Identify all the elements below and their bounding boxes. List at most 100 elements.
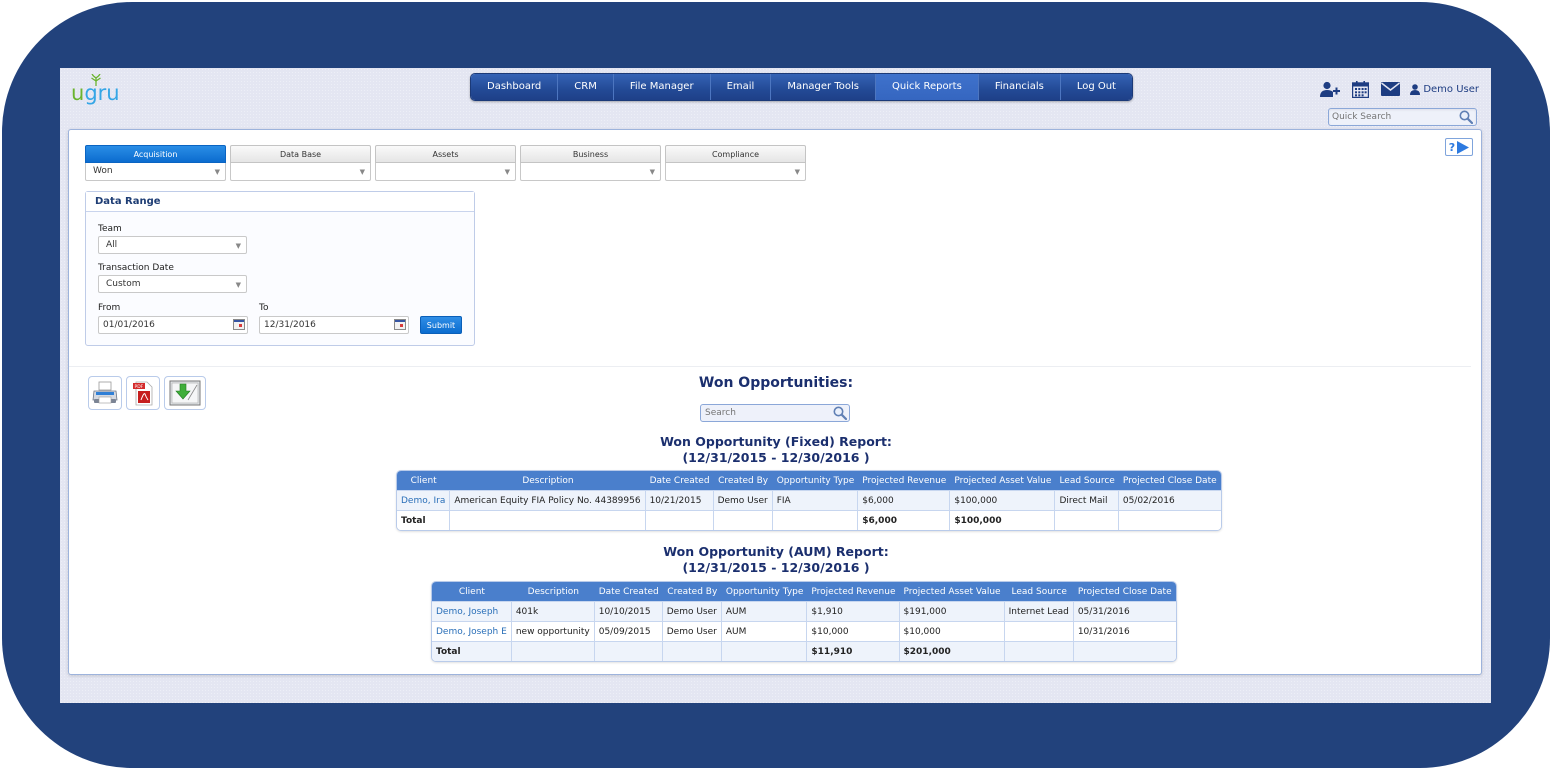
client-link[interactable]: Demo, Joseph (432, 601, 512, 621)
nav-dashboard[interactable]: Dashboard (471, 74, 559, 100)
tab-assets[interactable]: Assets (375, 145, 516, 163)
transaction-date-value: Custom (106, 279, 141, 289)
column-header[interactable]: Lead Source (1004, 582, 1074, 601)
column-header[interactable]: Opportunity Type (721, 582, 808, 601)
table-cell: $100,000 (950, 490, 1056, 510)
submit-button[interactable]: Submit (420, 316, 462, 334)
transaction-date-select[interactable]: Custom ▼ (98, 275, 247, 293)
total-cell (1055, 510, 1119, 530)
column-header[interactable]: Projected Close Date (1118, 471, 1221, 490)
acquisition-select[interactable]: Won ▼ (85, 163, 226, 181)
column-header[interactable]: Opportunity Type (772, 471, 859, 490)
quick-search-box (1328, 108, 1477, 126)
tab-acquisition[interactable]: Acquisition (85, 145, 226, 163)
search-icon[interactable] (833, 406, 847, 420)
team-select-value: All (106, 240, 118, 250)
column-header[interactable]: Client (432, 582, 512, 601)
business-select[interactable]: ▼ (520, 163, 661, 181)
report-title: Won Opportunities: (698, 375, 854, 391)
chevron-down-icon: ▼ (794, 168, 800, 176)
nav-crm[interactable]: CRM (558, 74, 614, 100)
data-base-select[interactable]: ▼ (230, 163, 371, 181)
column-header[interactable]: Date Created (594, 582, 663, 601)
table-cell: $6,000 (858, 490, 951, 510)
nav-financials[interactable]: Financials (978, 74, 1061, 100)
column-header[interactable]: Projected Revenue (858, 471, 951, 490)
nav-file-manager[interactable]: File Manager (613, 74, 711, 100)
total-cell (645, 510, 714, 530)
main-nav: Dashboard CRM File Manager Email Manager… (470, 73, 1133, 101)
acquisition-select-value: Won (93, 166, 113, 176)
fixed-report-table: Client Description Date Created Created By O… (396, 470, 1222, 531)
table-cell: $191,000 (899, 601, 1005, 621)
quick-search-input[interactable] (1329, 109, 1454, 125)
mail-icon[interactable] (1380, 80, 1400, 98)
calendar-picker-icon[interactable] (233, 319, 245, 330)
play-icon (1457, 140, 1470, 154)
help-button[interactable]: ? (1445, 138, 1473, 156)
column-header[interactable]: Projected Asset Value (899, 582, 1005, 601)
compliance-select[interactable]: ▼ (665, 163, 806, 181)
report-search-input[interactable] (701, 405, 827, 421)
table-header-row: Client Description Date Created Created By O… (397, 471, 1221, 490)
total-cell (772, 510, 859, 530)
table-cell: Demo User (662, 621, 722, 641)
table-cell: 05/31/2016 (1073, 601, 1176, 621)
column-header[interactable]: Projected Asset Value (950, 471, 1056, 490)
total-cell: $100,000 (950, 510, 1056, 530)
nav-log-out[interactable]: Log Out (1060, 74, 1132, 100)
user-menu[interactable]: Demo User (1410, 84, 1479, 95)
total-cell: $201,000 (899, 641, 1005, 661)
user-icon (1410, 83, 1421, 95)
table-cell: 10/31/2016 (1073, 621, 1176, 641)
total-cell (662, 641, 722, 661)
tab-compliance[interactable]: Compliance (665, 145, 806, 163)
table-cell: Demo User (662, 601, 722, 621)
column-header[interactable]: Description (511, 582, 595, 601)
column-header[interactable]: Projected Close Date (1073, 582, 1176, 601)
to-date-field[interactable]: 12/31/2016 (259, 316, 409, 334)
team-label: Team (98, 224, 122, 234)
chevron-down-icon: ▼ (504, 168, 510, 176)
app-screen: ugru Dashboard CRM File Manager Email Ma… (60, 68, 1491, 703)
assets-select[interactable]: ▼ (375, 163, 516, 181)
total-cell: $6,000 (858, 510, 951, 530)
client-link[interactable]: Demo, Joseph E (432, 621, 512, 641)
chevron-down-icon: ▼ (649, 168, 655, 176)
column-header[interactable]: Lead Source (1055, 471, 1119, 490)
aum-report-table: Client Description Date Created Created By O… (431, 581, 1177, 662)
chevron-down-icon: ▼ (359, 168, 365, 176)
table-cell: 05/09/2015 (594, 621, 663, 641)
tab-business[interactable]: Business (520, 145, 661, 163)
section-divider (69, 366, 1471, 367)
column-header[interactable]: Date Created (645, 471, 714, 490)
category-business: Business ▼ (520, 145, 661, 181)
category-compliance: Compliance ▼ (665, 145, 806, 181)
nav-quick-reports[interactable]: Quick Reports (875, 74, 979, 100)
table-cell: FIA (772, 490, 859, 510)
column-header[interactable]: Description (450, 471, 646, 490)
table-cell: 10/21/2015 (645, 490, 714, 510)
add-user-icon[interactable] (1320, 80, 1341, 98)
team-select[interactable]: All ▼ (98, 236, 247, 254)
tab-data-base[interactable]: Data Base (230, 145, 371, 163)
total-cell (511, 641, 595, 661)
column-header[interactable]: Created By (713, 471, 773, 490)
total-cell (594, 641, 663, 661)
report-search-box (700, 404, 850, 422)
client-link[interactable]: Demo, Ira (397, 490, 451, 510)
total-cell (1118, 510, 1221, 530)
from-date-field[interactable]: 01/01/2016 (98, 316, 248, 334)
column-header[interactable]: Client (397, 471, 451, 490)
nav-manager-tools[interactable]: Manager Tools (771, 74, 876, 100)
search-icon[interactable] (1459, 110, 1473, 124)
calendar-icon[interactable] (1350, 80, 1370, 98)
column-header[interactable]: Created By (662, 582, 722, 601)
ugru-logo[interactable]: ugru (71, 74, 131, 106)
calendar-picker-icon[interactable] (394, 319, 406, 330)
logo-text: ugru (71, 81, 120, 105)
table-cell (1004, 621, 1074, 641)
data-range-box: Data Range Team All ▼ Transaction Date Cu… (85, 191, 475, 346)
nav-email[interactable]: Email (710, 74, 772, 100)
column-header[interactable]: Projected Revenue (807, 582, 900, 601)
